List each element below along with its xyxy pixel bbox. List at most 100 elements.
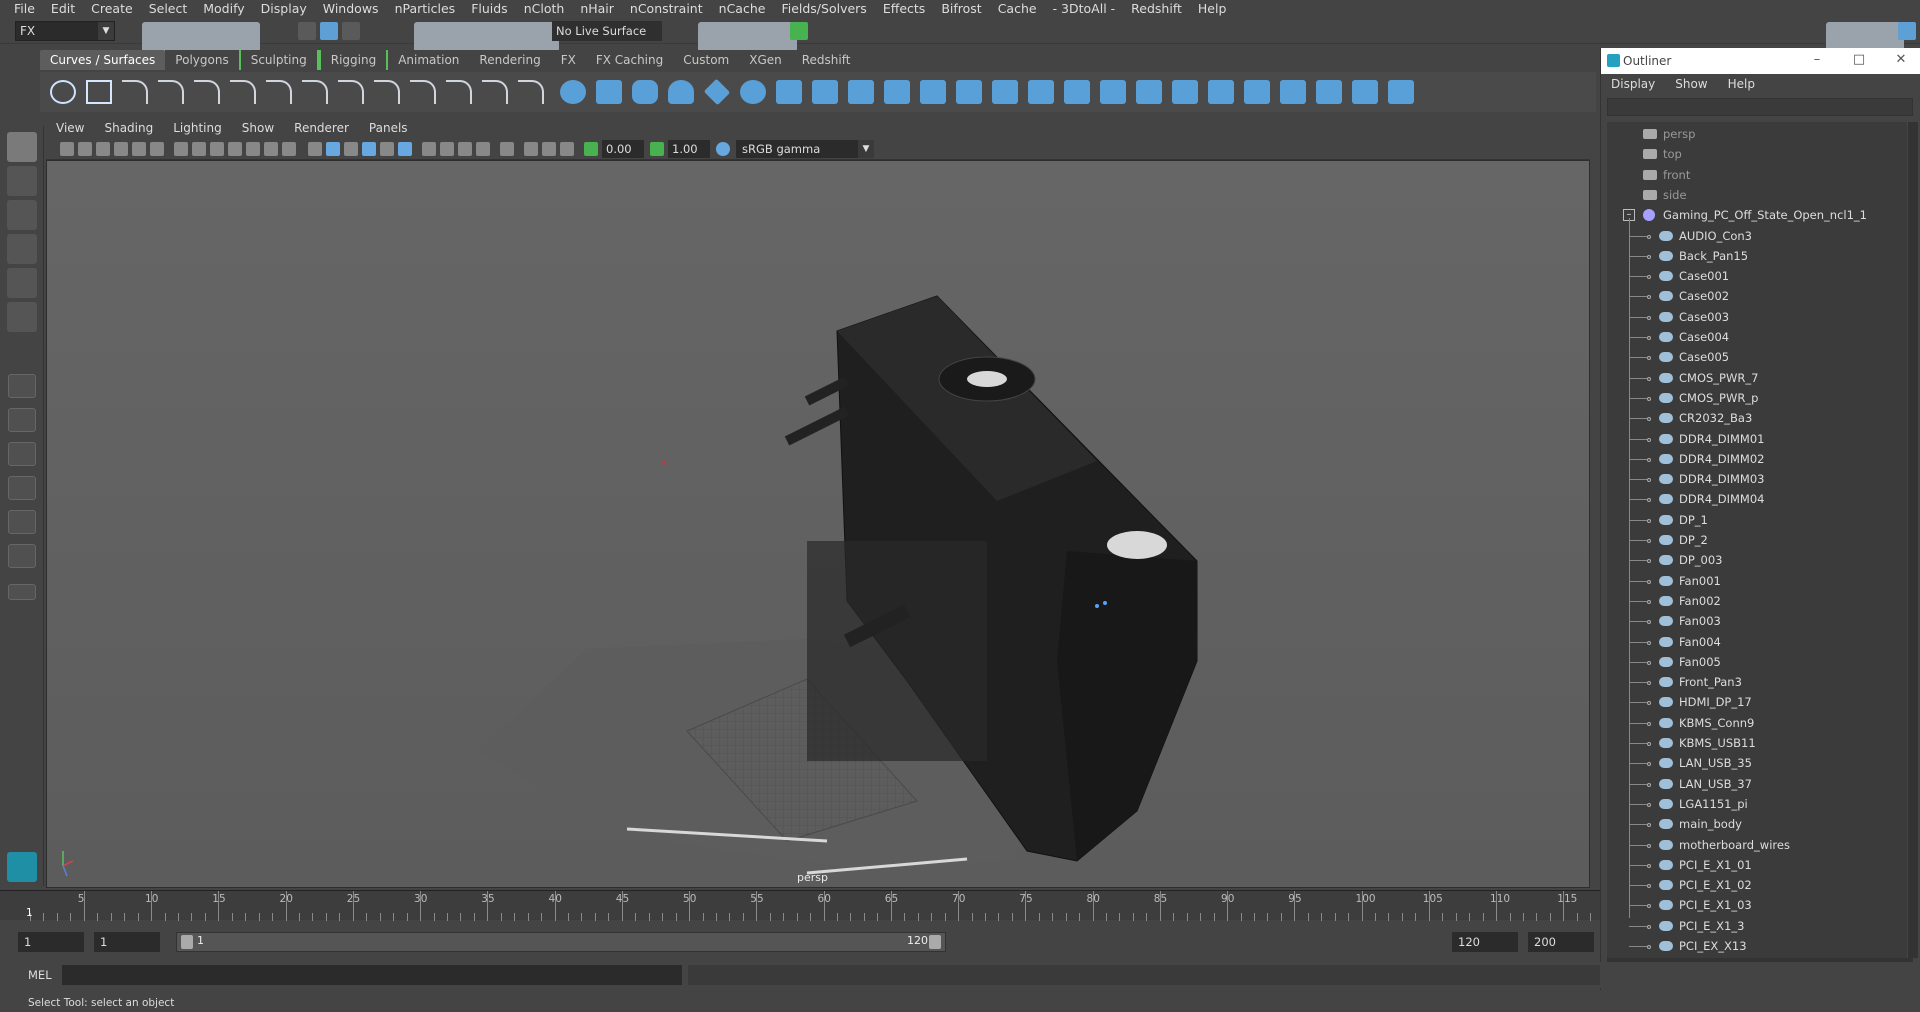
playback-end-field[interactable]: 120 [1452, 932, 1518, 952]
menu-item[interactable]: Edit [43, 0, 83, 18]
time-slider[interactable]: 5 10 15 20 25 30 35 40 45 50 55 60 65 70 75 80 85 90 95 100… [0, 890, 1600, 921]
depth-of-field-icon[interactable] [476, 142, 490, 156]
expand-dot-icon[interactable] [1647, 863, 1651, 868]
menu-item[interactable]: Redshift [1123, 0, 1190, 18]
ep-curve-icon[interactable] [158, 80, 184, 104]
expand-dot-icon[interactable] [1647, 336, 1651, 340]
expand-dot-icon[interactable] [1647, 721, 1651, 726]
outliner-mesh-row[interactable]: Case002 [1607, 286, 1907, 306]
loft-icon[interactable] [812, 80, 838, 104]
attach-curves-icon[interactable] [302, 80, 328, 104]
expand-dot-icon[interactable] [1647, 701, 1651, 706]
menu-item[interactable]: Display [253, 0, 315, 18]
outliner-mesh-row[interactable]: Fan005 [1607, 652, 1907, 672]
expand-dot-icon[interactable] [1647, 234, 1651, 239]
mel-input[interactable] [62, 965, 682, 985]
outliner-mesh-row[interactable]: PCI_E_X1_01 [1607, 855, 1907, 875]
menu-item[interactable]: nHair [572, 0, 622, 18]
intersect-surfaces-icon[interactable] [1100, 80, 1126, 104]
viewport-menu-item[interactable]: Panels [359, 118, 418, 138]
nurbs-sphere-icon[interactable] [560, 80, 586, 104]
menu-item[interactable]: Bifrost [933, 0, 989, 18]
expand-dot-icon[interactable] [1647, 945, 1651, 949]
rotate-tool-icon[interactable] [7, 268, 37, 298]
hypershade-layout-icon[interactable] [8, 544, 36, 568]
outliner-mesh-row[interactable]: CMOS_PWR_p [1607, 388, 1907, 408]
expand-dot-icon[interactable] [1647, 498, 1651, 503]
viewport-menu-item[interactable]: Show [232, 118, 284, 138]
gamma-field[interactable]: 1.00 [668, 140, 710, 158]
shelf-tab[interactable]: FX [550, 50, 586, 70]
trim-tool-icon[interactable] [1136, 80, 1162, 104]
menu-item[interactable]: Cache [990, 0, 1045, 18]
square-surface-icon[interactable] [1028, 80, 1054, 104]
detach-surfaces-icon[interactable] [1244, 80, 1270, 104]
extend-curve-icon[interactable] [410, 80, 436, 104]
menu-item[interactable]: nParticles [387, 0, 464, 18]
channel-box-icon[interactable] [1898, 22, 1916, 40]
outliner-mesh-row[interactable]: Case003 [1607, 307, 1907, 327]
isolate-select-icon[interactable] [500, 142, 514, 156]
wireframe-icon[interactable] [308, 142, 322, 156]
arc-tool-icon[interactable] [230, 80, 256, 104]
lights-icon[interactable] [380, 142, 394, 156]
expand-dot-icon[interactable] [1647, 660, 1651, 665]
shelf-tab[interactable]: Redshift [791, 50, 861, 70]
shelf-tab[interactable]: Curves / Surfaces [40, 50, 166, 70]
expand-dot-icon[interactable] [1647, 843, 1651, 848]
outliner-mesh-row[interactable]: LAN_USB_35 [1607, 753, 1907, 773]
expand-dot-icon[interactable] [1647, 802, 1651, 807]
expand-dot-icon[interactable] [1647, 559, 1651, 564]
outliner-camera-row[interactable]: top [1607, 144, 1907, 164]
outliner-mesh-row[interactable]: DDR4_DIMM02 [1607, 449, 1907, 469]
add-points-icon[interactable] [518, 80, 544, 104]
select-components-icon[interactable] [342, 22, 360, 40]
project-curve-icon[interactable] [1064, 80, 1090, 104]
outliner-mesh-row[interactable]: Fan002 [1607, 591, 1907, 611]
nurbs-cone-icon[interactable] [668, 80, 694, 104]
expand-dot-icon[interactable] [1647, 539, 1651, 543]
viewport-menu-item[interactable]: View [46, 118, 94, 138]
select-camera-icon[interactable] [60, 142, 74, 156]
viewport-menu-item[interactable]: Lighting [163, 118, 232, 138]
outliner-menu-item[interactable]: Help [1718, 74, 1765, 94]
outliner-vertical-scrollbar[interactable] [1908, 122, 1918, 958]
end-time-field[interactable]: 200 [1528, 932, 1594, 952]
expand-dot-icon[interactable] [1647, 681, 1651, 686]
motion-blur-icon[interactable] [440, 142, 454, 156]
menu-item[interactable]: Create [83, 0, 141, 18]
outliner-mesh-row[interactable]: DP_2 [1607, 530, 1907, 550]
2d-pan-zoom-icon[interactable] [132, 142, 146, 156]
chevron-down-icon[interactable]: ▼ [98, 22, 114, 40]
select-tool-icon[interactable] [7, 132, 37, 162]
boundary-icon[interactable] [992, 80, 1018, 104]
anti-aliasing-icon[interactable] [458, 142, 472, 156]
select-hierarchy-icon[interactable] [298, 22, 316, 40]
safe-title-icon[interactable] [282, 142, 296, 156]
outliner-mesh-row[interactable]: PCI_E_X1_3 [1607, 916, 1907, 936]
outliner-menu-item[interactable]: Display [1601, 74, 1665, 94]
grid-toggle-icon[interactable] [174, 142, 188, 156]
stitch-edges-icon[interactable] [1388, 80, 1414, 104]
outliner-mesh-row[interactable]: LAN_USB_37 [1607, 774, 1907, 794]
shelf-tab[interactable]: Polygons [165, 50, 239, 70]
outliner-mesh-row[interactable]: PCI_EX_X13 [1607, 936, 1907, 956]
outliner-group-row[interactable]: – Gaming_PC_Off_State_Open_ncl1_1 [1607, 205, 1907, 225]
outliner-mesh-row[interactable]: DDR4_DIMM01 [1607, 429, 1907, 449]
menu-item[interactable]: File [6, 0, 43, 18]
expand-dot-icon[interactable] [1647, 457, 1651, 462]
menu-item[interactable]: - 3DtoAll - [1045, 0, 1124, 18]
menu-item[interactable]: Fields/Solvers [773, 0, 874, 18]
nurbs-cylinder-icon[interactable] [632, 80, 658, 104]
expand-dot-icon[interactable] [1647, 376, 1651, 381]
menu-item[interactable]: nCache [711, 0, 774, 18]
birail-icon[interactable] [920, 80, 946, 104]
expand-dot-icon[interactable] [1647, 478, 1651, 483]
move-tool-icon[interactable] [7, 234, 37, 264]
nurbs-plane-icon[interactable] [703, 78, 731, 106]
outliner-mesh-row[interactable]: Fan004 [1607, 632, 1907, 652]
sculpt-geometry-icon[interactable] [1316, 80, 1342, 104]
shadows-icon[interactable] [398, 142, 412, 156]
expand-dot-icon[interactable] [1647, 640, 1651, 645]
menu-item[interactable]: Windows [315, 0, 387, 18]
